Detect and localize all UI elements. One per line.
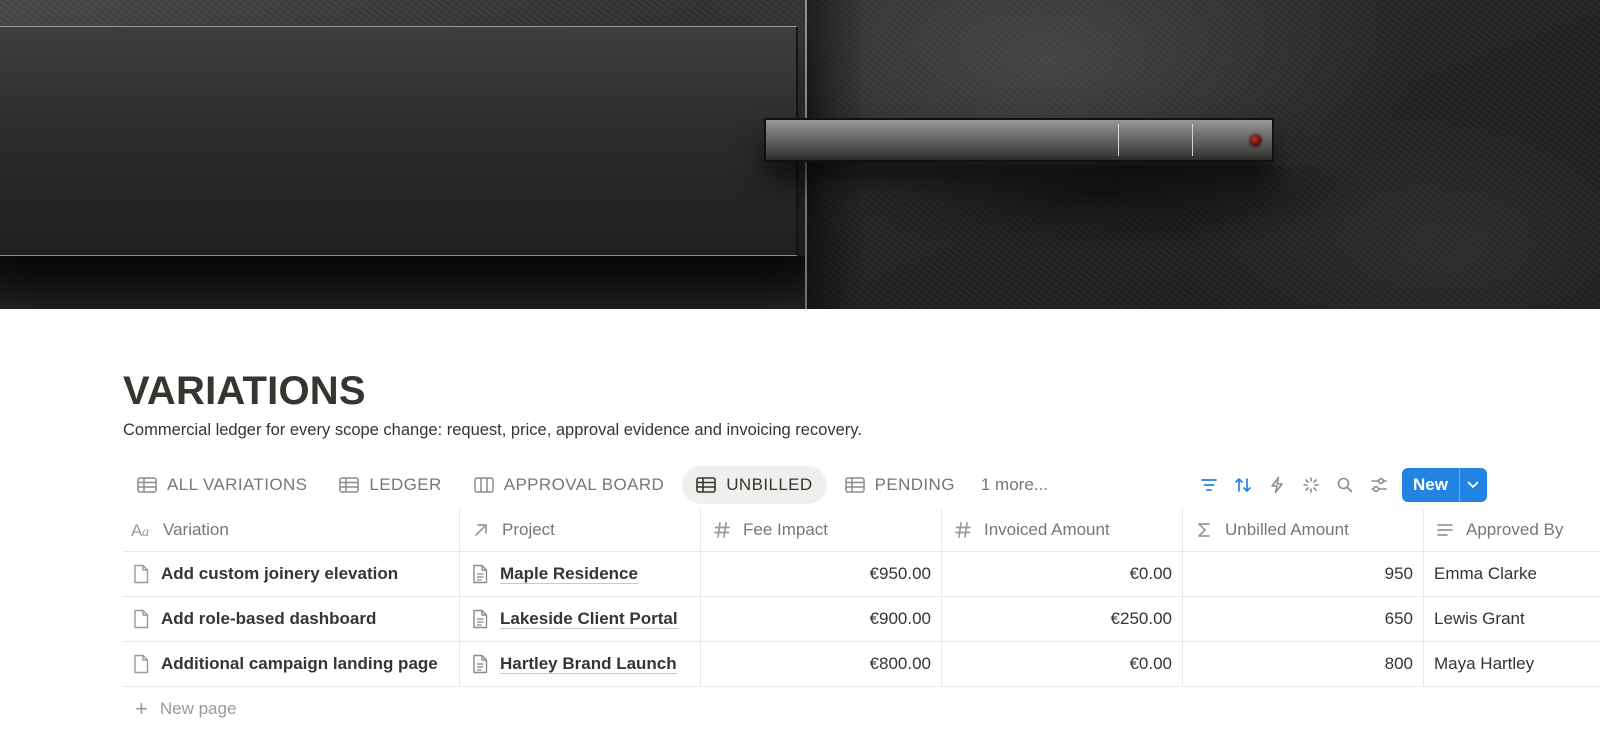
database-table: Aa Variation Project Fee Impact Invoiced…	[123, 509, 1600, 731]
page-title[interactable]: VARIATIONS	[123, 367, 366, 415]
column-label: Approved By	[1466, 520, 1564, 539]
fee-impact-cell[interactable]: €900.00	[701, 597, 942, 641]
column-label: Fee Impact	[743, 520, 829, 539]
project-cell[interactable]: Hartley Brand Launch	[460, 642, 701, 686]
tab-label: UNBILLED	[726, 475, 813, 494]
tab-label: ALL VARIATIONS	[167, 475, 308, 494]
fee-impact-cell[interactable]: €950.00	[701, 552, 942, 596]
new-button-label[interactable]: New	[1402, 468, 1459, 502]
variation-name: Add custom joinery elevation	[161, 564, 399, 583]
table-icon	[844, 477, 865, 493]
tab-approval-board[interactable]: APPROVAL BOARD	[460, 466, 679, 504]
variation-cell[interactable]: Additional campaign landing page	[123, 642, 460, 686]
table-row[interactable]: Add custom joinery elevation Maple Resid…	[123, 552, 1600, 597]
approved-by-cell[interactable]: Emma Clarke	[1424, 552, 1600, 596]
cover-bar-segment	[1118, 124, 1119, 156]
svg-text:a: a	[142, 525, 149, 538]
project-cell[interactable]: Lakeside Client Portal	[460, 597, 701, 641]
plus-icon: +	[135, 696, 148, 721]
filter-icon[interactable]	[1192, 468, 1226, 502]
cover-slab	[0, 26, 798, 256]
invoiced-amount-cell[interactable]: €250.00	[942, 597, 1183, 641]
tab-label: PENDING	[874, 475, 955, 494]
cover-metal-bar	[764, 118, 1274, 162]
page-icon	[131, 653, 151, 675]
settings-sliders-icon[interactable]	[1362, 468, 1396, 502]
relation-arrow-icon	[470, 520, 492, 540]
cover-bar-led	[1250, 135, 1261, 146]
number-hash-icon	[952, 520, 974, 540]
column-label: Unbilled Amount	[1225, 520, 1349, 539]
unbilled-amount-cell[interactable]: 800	[1183, 642, 1424, 686]
cover-bar-segment	[1192, 124, 1193, 156]
more-views-button[interactable]: 1 more...	[973, 475, 1056, 495]
table-row[interactable]: Add role-based dashboard Lakeside Client…	[123, 597, 1600, 642]
column-header-variation[interactable]: Aa Variation	[123, 509, 460, 551]
unbilled-amount-cell[interactable]: 650	[1183, 597, 1424, 641]
project-link[interactable]: Maple Residence	[500, 564, 638, 584]
page-description[interactable]: Commercial ledger for every scope change…	[123, 419, 862, 441]
tab-ledger[interactable]: LEDGER	[325, 466, 455, 504]
formula-sigma-icon	[1193, 520, 1215, 540]
column-label: Project	[502, 520, 555, 539]
table-icon	[137, 477, 157, 493]
fee-impact-cell[interactable]: €800.00	[701, 642, 942, 686]
project-link[interactable]: Lakeside Client Portal	[500, 609, 678, 629]
column-header-project[interactable]: Project	[460, 509, 701, 551]
table-header: Aa Variation Project Fee Impact Invoiced…	[123, 509, 1600, 552]
table-row[interactable]: Additional campaign landing page Hartley…	[123, 642, 1600, 687]
ai-sparkle-icon[interactable]	[1294, 468, 1328, 502]
column-header-invoiced-amount[interactable]: Invoiced Amount	[942, 509, 1183, 551]
project-cell[interactable]: Maple Residence	[460, 552, 701, 596]
cover-slab-shadow	[0, 256, 805, 309]
view-tabs: ALL VARIATIONS LEDGER APPROVAL BOARD UNB…	[123, 465, 1056, 505]
tab-unbilled[interactable]: UNBILLED	[682, 466, 827, 504]
cover-image	[0, 0, 1600, 309]
new-page-button[interactable]: + New page	[123, 687, 1600, 731]
tab-all-variations[interactable]: ALL VARIATIONS	[123, 466, 321, 504]
variation-name: Add role-based dashboard	[161, 609, 377, 628]
project-link[interactable]: Hartley Brand Launch	[500, 654, 677, 674]
invoiced-amount-cell[interactable]: €0.00	[942, 642, 1183, 686]
table-icon	[696, 477, 717, 493]
board-icon	[473, 477, 494, 493]
automation-lightning-icon[interactable]	[1260, 468, 1294, 502]
cover-bar-shadow	[820, 165, 1380, 255]
new-page-label: New page	[159, 699, 237, 718]
document-icon	[470, 608, 490, 630]
approved-by-cell[interactable]: Lewis Grant	[1424, 597, 1600, 641]
variation-name: Additional campaign landing page	[161, 654, 438, 673]
column-label: Variation	[163, 520, 229, 539]
document-icon	[470, 653, 490, 675]
search-icon[interactable]	[1328, 468, 1362, 502]
number-hash-icon	[711, 520, 733, 540]
column-label: Invoiced Amount	[984, 520, 1110, 539]
database-toolbar: New	[1192, 468, 1487, 502]
column-header-approved-by[interactable]: Approved By	[1424, 509, 1600, 551]
tab-label: LEDGER	[369, 475, 442, 494]
page-icon	[131, 563, 151, 585]
approved-by-cell[interactable]: Maya Hartley	[1424, 642, 1600, 686]
document-icon	[470, 563, 490, 585]
text-lines-icon	[1434, 520, 1456, 540]
variation-cell[interactable]: Add role-based dashboard	[123, 597, 460, 641]
tab-label: APPROVAL BOARD	[503, 475, 665, 494]
unbilled-amount-cell[interactable]: 950	[1183, 552, 1424, 596]
tab-pending[interactable]: PENDING	[831, 466, 969, 504]
sort-icon[interactable]	[1226, 468, 1260, 502]
new-button[interactable]: New	[1402, 468, 1487, 502]
page-icon	[131, 608, 151, 630]
column-header-unbilled-amount[interactable]: Unbilled Amount	[1183, 509, 1424, 551]
chevron-down-icon[interactable]	[1458, 468, 1487, 502]
column-header-fee-impact[interactable]: Fee Impact	[701, 509, 942, 551]
title-aa-icon: Aa	[131, 520, 153, 540]
variation-cell[interactable]: Add custom joinery elevation	[123, 552, 460, 596]
table-icon	[339, 477, 360, 493]
invoiced-amount-cell[interactable]: €0.00	[942, 552, 1183, 596]
